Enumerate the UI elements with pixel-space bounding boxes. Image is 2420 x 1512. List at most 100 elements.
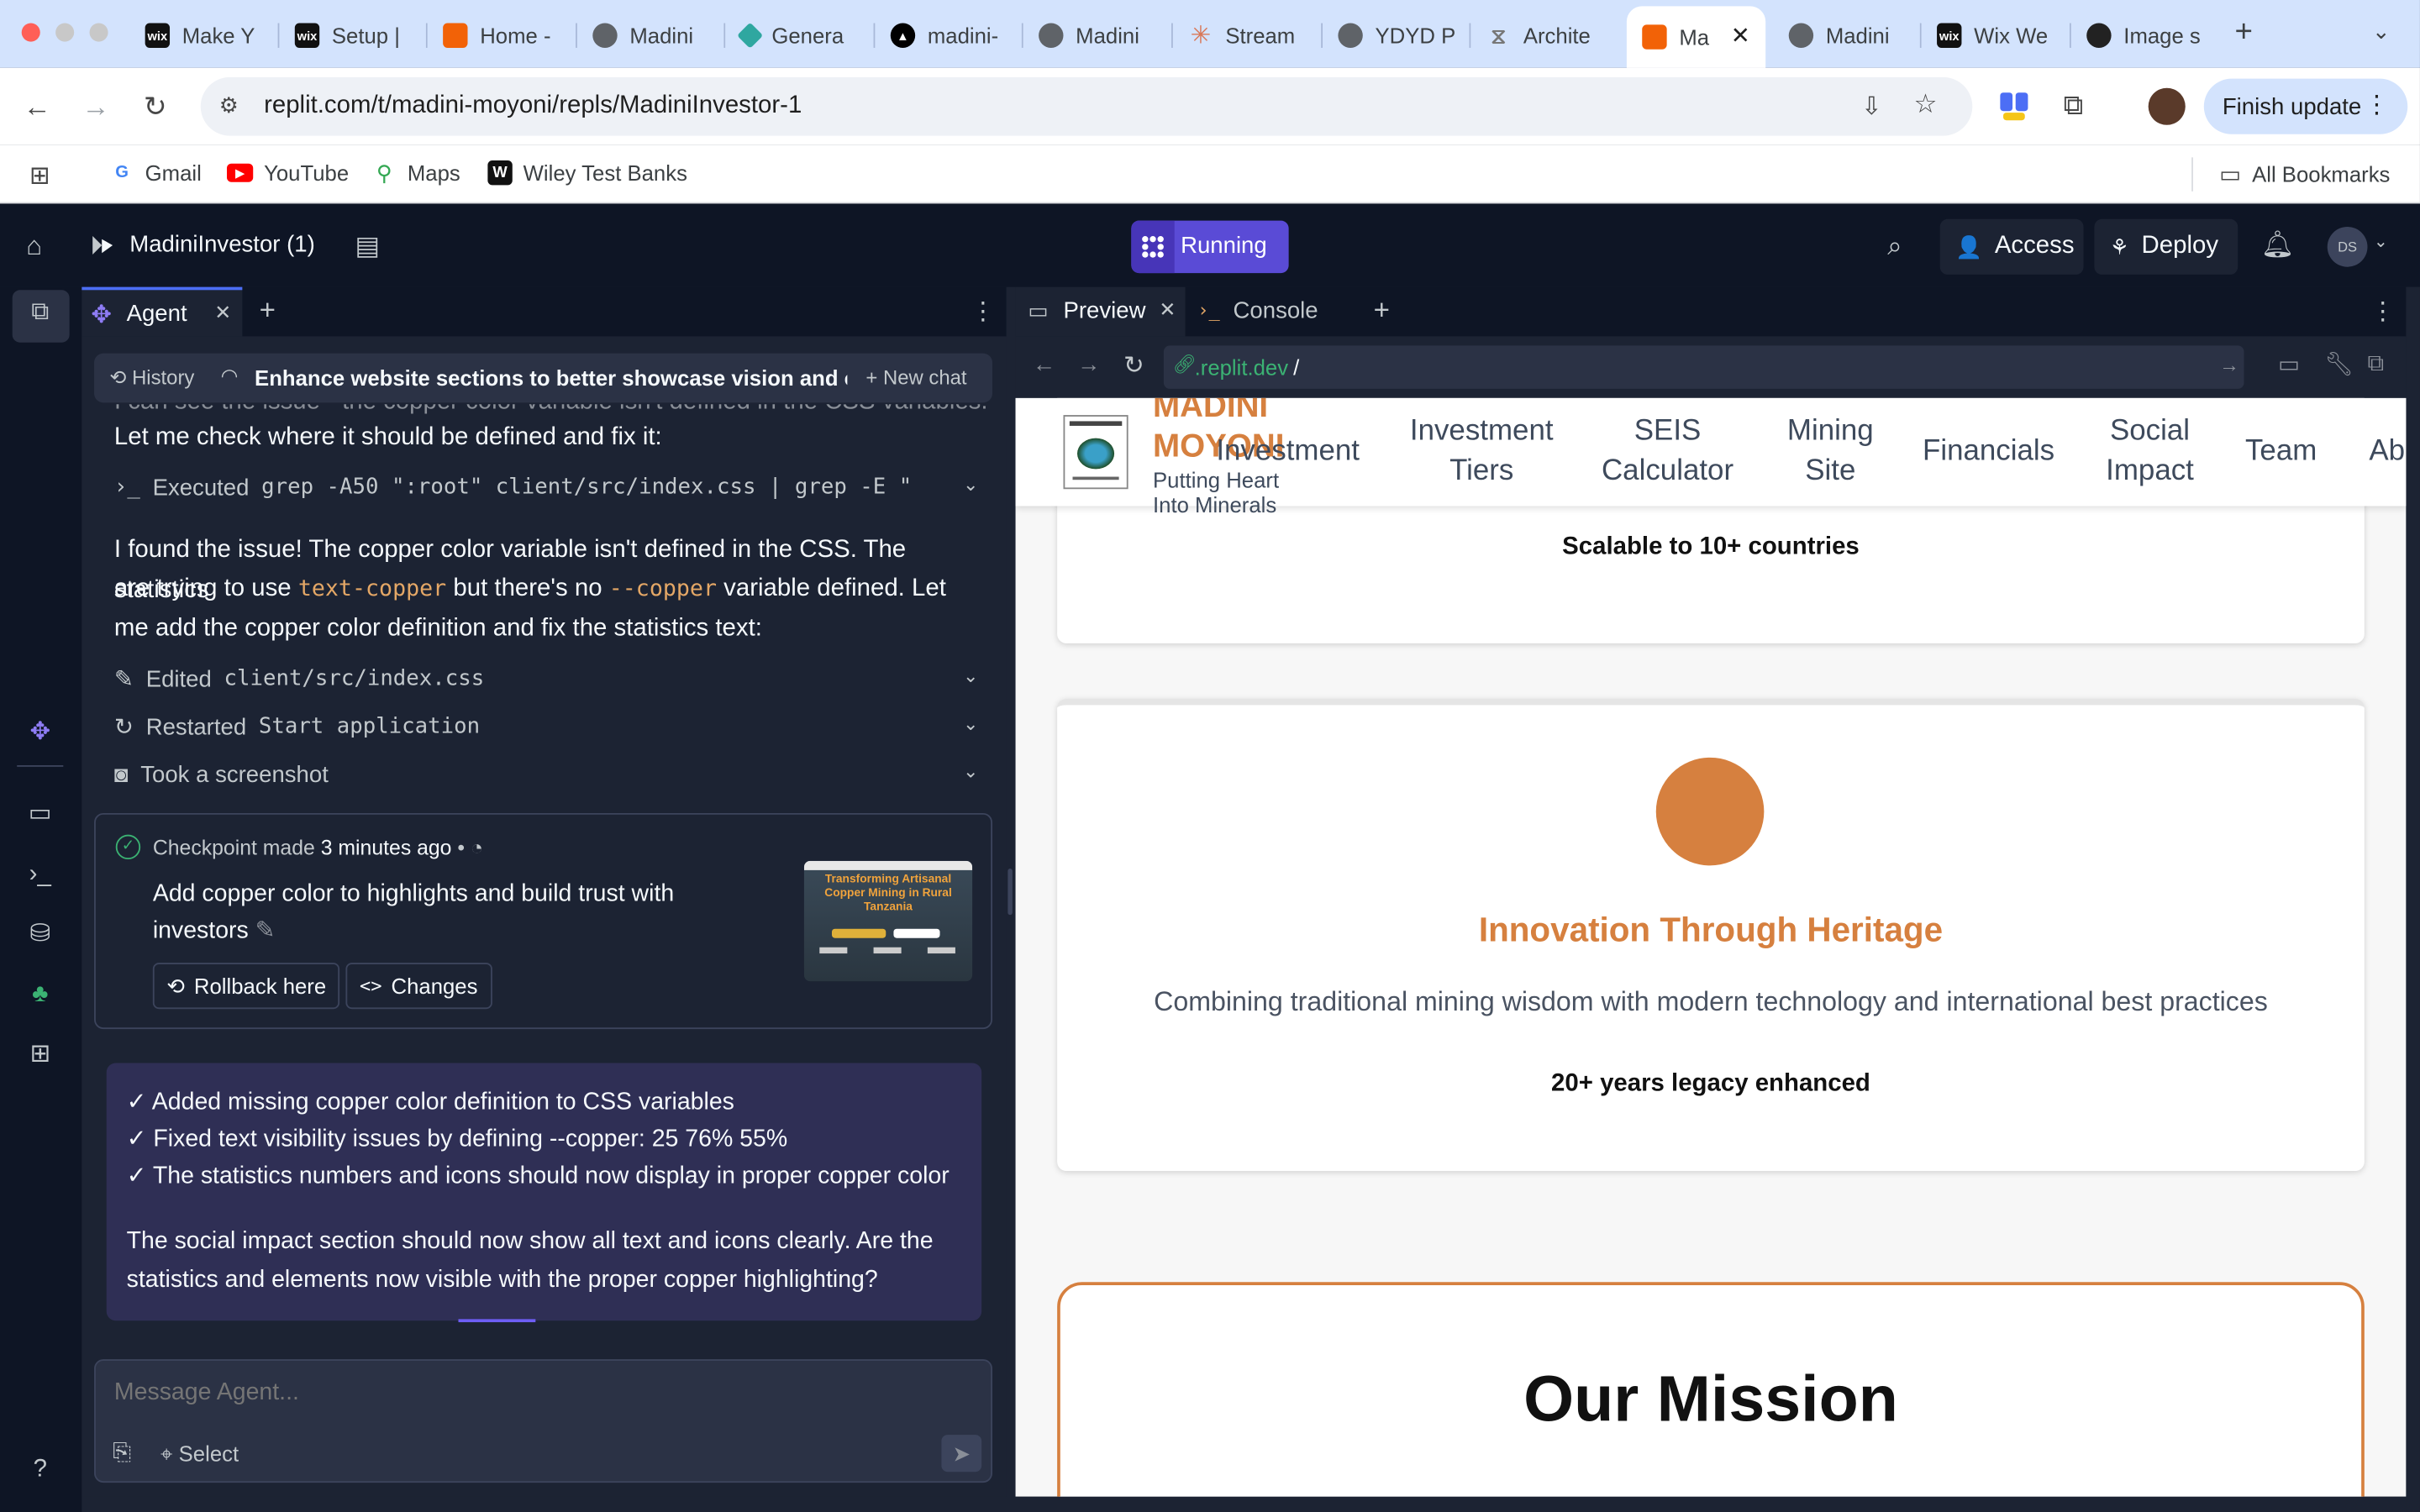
- address-bar-url[interactable]: replit.com/t/madini-moyoni/repls/MadiniI…: [264, 92, 802, 120]
- panel-resize-handle[interactable]: [1007, 869, 1013, 916]
- extensions-puzzle-icon[interactable]: ⧉: [2064, 91, 2084, 118]
- send-icon[interactable]: ➤: [941, 1435, 982, 1473]
- history-button[interactable]: ⟲ History: [109, 365, 194, 390]
- browser-tab[interactable]: Madini: [1773, 13, 1922, 59]
- extension-icon[interactable]: [2000, 92, 2028, 121]
- profile-avatar[interactable]: [2148, 87, 2186, 125]
- browser-tab[interactable]: Madini: [1023, 13, 1173, 59]
- browser-tab[interactable]: Home -: [428, 13, 577, 59]
- search-icon[interactable]: ⌕: [1887, 232, 1902, 263]
- deploy-tree-icon[interactable]: ♣: [26, 981, 54, 1009]
- browser-tab[interactable]: ▲ madini-: [875, 13, 1023, 59]
- close-tab-icon[interactable]: ✕: [1731, 22, 1750, 50]
- replit-logo-icon[interactable]: [90, 233, 116, 259]
- more-options-icon[interactable]: ⋮: [2370, 297, 2395, 328]
- thread-title[interactable]: Enhance website sections to better showc…: [255, 365, 847, 390]
- nav-investment[interactable]: Investment: [1216, 432, 1360, 472]
- database-icon[interactable]: ⛁: [26, 921, 54, 949]
- bookmark-gmail[interactable]: G Gmail: [109, 160, 202, 185]
- rollback-button[interactable]: ⟲ Rollback here: [152, 963, 340, 1010]
- message-input-box[interactable]: ⎘ ⌖ Select ➤: [94, 1359, 992, 1483]
- bookmark-wiley[interactable]: W Wiley Test Banks: [487, 160, 687, 186]
- deploy-button[interactable]: ⚘ Deploy: [2094, 218, 2238, 275]
- forward-icon[interactable]: →: [1077, 352, 1101, 378]
- install-app-icon[interactable]: ⇩: [1861, 91, 1882, 122]
- message-agent-input[interactable]: [113, 1376, 979, 1410]
- apps-grid-icon[interactable]: ⊞: [29, 160, 50, 192]
- back-icon[interactable]: ←: [24, 92, 51, 120]
- nav-financials[interactable]: Financials: [1917, 432, 2060, 472]
- browser-tab[interactable]: Image s: [2071, 13, 2219, 59]
- new-tab-icon[interactable]: +: [1374, 295, 1390, 328]
- preview-monitor-icon[interactable]: ▭: [26, 801, 54, 828]
- site-info-icon[interactable]: ⚙: [219, 92, 239, 118]
- tab-search-chevron-icon[interactable]: ⌄: [2372, 18, 2391, 45]
- project-name[interactable]: MadiniInvestor (1): [129, 232, 314, 258]
- checkpoint-screenshot-thumbnail[interactable]: Transforming Artisanal Copper Mining in …: [803, 860, 973, 982]
- browser-tab[interactable]: ✳ Stream: [1173, 13, 1323, 59]
- notifications-bell-icon[interactable]: 🔔︎: [2261, 230, 2295, 261]
- open-new-window-icon[interactable]: ⧉: [2367, 350, 2384, 376]
- nav-team[interactable]: Team: [2238, 432, 2324, 472]
- nav-seis-calculator[interactable]: SEIS Calculator: [1594, 412, 1740, 492]
- go-arrow-icon[interactable]: →: [2219, 354, 2239, 377]
- changes-button[interactable]: <> Changes: [345, 963, 492, 1010]
- access-button[interactable]: 👤 Access: [1939, 218, 2084, 275]
- tab-agent[interactable]: ✥ Agent ✕: [82, 286, 243, 337]
- executed-action-row[interactable]: ›_ Executed grep -A50 ":root" client/src…: [114, 469, 979, 506]
- nav-investment-tiers[interactable]: Investment Tiers: [1402, 412, 1562, 492]
- back-icon[interactable]: ←: [1033, 352, 1056, 378]
- browser-tab[interactable]: wix Wix We: [1922, 13, 2071, 59]
- select-element-button[interactable]: ⌖ Select: [160, 1441, 239, 1467]
- all-tools-grid-icon[interactable]: ⊞: [26, 1042, 54, 1069]
- bookmark-maps[interactable]: ⚲ Maps: [372, 160, 460, 185]
- browser-tab[interactable]: YDYD P: [1323, 13, 1471, 59]
- more-options-icon[interactable]: ⋮: [971, 297, 995, 328]
- restarted-action-row[interactable]: ↻ Restarted Start application ⌄: [114, 708, 979, 745]
- avatar-chevron-icon[interactable]: ⌄: [2374, 232, 2388, 251]
- close-tab-icon[interactable]: ✕: [1159, 297, 1176, 322]
- agent-icon[interactable]: ✥: [26, 719, 54, 747]
- bookmark-youtube[interactable]: ▶ YouTube: [226, 160, 349, 185]
- help-icon[interactable]: ?: [26, 1457, 54, 1484]
- user-avatar[interactable]: DS: [2327, 226, 2368, 267]
- edit-pencil-icon[interactable]: ✎: [255, 918, 276, 944]
- screenshot-action-row[interactable]: ◙ Took a screenshot ⌄: [114, 756, 979, 793]
- bookmark-star-icon[interactable]: ☆: [1914, 90, 1938, 121]
- browser-tab[interactable]: wix Setup |: [279, 13, 428, 59]
- edited-action-row[interactable]: ✎ Edited client/src/index.css ⌄: [114, 660, 979, 697]
- browser-tab-active[interactable]: Ma ✕: [1626, 6, 1766, 68]
- browser-tab[interactable]: Madini: [577, 13, 726, 59]
- project-info-icon[interactable]: ▤: [355, 232, 380, 263]
- devtools-wrench-icon[interactable]: 🔧︎: [2324, 350, 2354, 378]
- all-bookmarks[interactable]: ▭ All Bookmarks: [2219, 160, 2390, 188]
- attachment-paperclip-icon[interactable]: ⎘: [113, 1440, 131, 1466]
- browser-tab[interactable]: wix Make Y: [129, 13, 280, 59]
- preview-scrollbar[interactable]: [2406, 286, 2420, 1512]
- tab-console[interactable]: ›_ Console: [1186, 287, 1359, 337]
- run-status-button[interactable]: Running: [1131, 220, 1289, 274]
- window-zoom-button[interactable]: [89, 23, 108, 42]
- device-preview-icon[interactable]: ▭: [2278, 350, 2300, 378]
- nav-social-impact[interactable]: Social Impact: [2096, 412, 2204, 492]
- nav-mining-site[interactable]: Mining Site: [1776, 412, 1885, 492]
- browser-tab[interactable]: ⧖ Archite: [1470, 13, 1620, 59]
- madini-moyoni-logo[interactable]: [1063, 415, 1128, 490]
- close-tab-icon[interactable]: ✕: [214, 301, 231, 325]
- reload-icon[interactable]: ↻: [1123, 350, 1144, 381]
- window-close-button[interactable]: [21, 23, 40, 42]
- new-chat-button[interactable]: + New chat: [865, 365, 966, 389]
- nav-about[interactable]: Ab: [2369, 432, 2406, 472]
- new-tab-icon[interactable]: +: [2235, 15, 2253, 50]
- console-icon[interactable]: ›_: [26, 861, 54, 889]
- address-bar[interactable]: ⚙ replit.com/t/madini-moyoni/repls/Madin…: [200, 76, 1973, 136]
- tab-preview[interactable]: ▭ Preview ✕: [1015, 286, 1186, 337]
- window-minimize-button[interactable]: [55, 23, 75, 42]
- home-icon[interactable]: ⌂: [26, 232, 42, 263]
- panel-toggle-icon[interactable]: ⧉: [26, 299, 54, 327]
- new-tab-icon[interactable]: +: [260, 295, 276, 328]
- forward-icon[interactable]: →: [82, 92, 109, 120]
- reload-icon[interactable]: ↻: [144, 92, 167, 120]
- browser-tab[interactable]: Genera: [725, 13, 876, 59]
- finish-update-button[interactable]: Finish update ⋮: [2203, 78, 2408, 134]
